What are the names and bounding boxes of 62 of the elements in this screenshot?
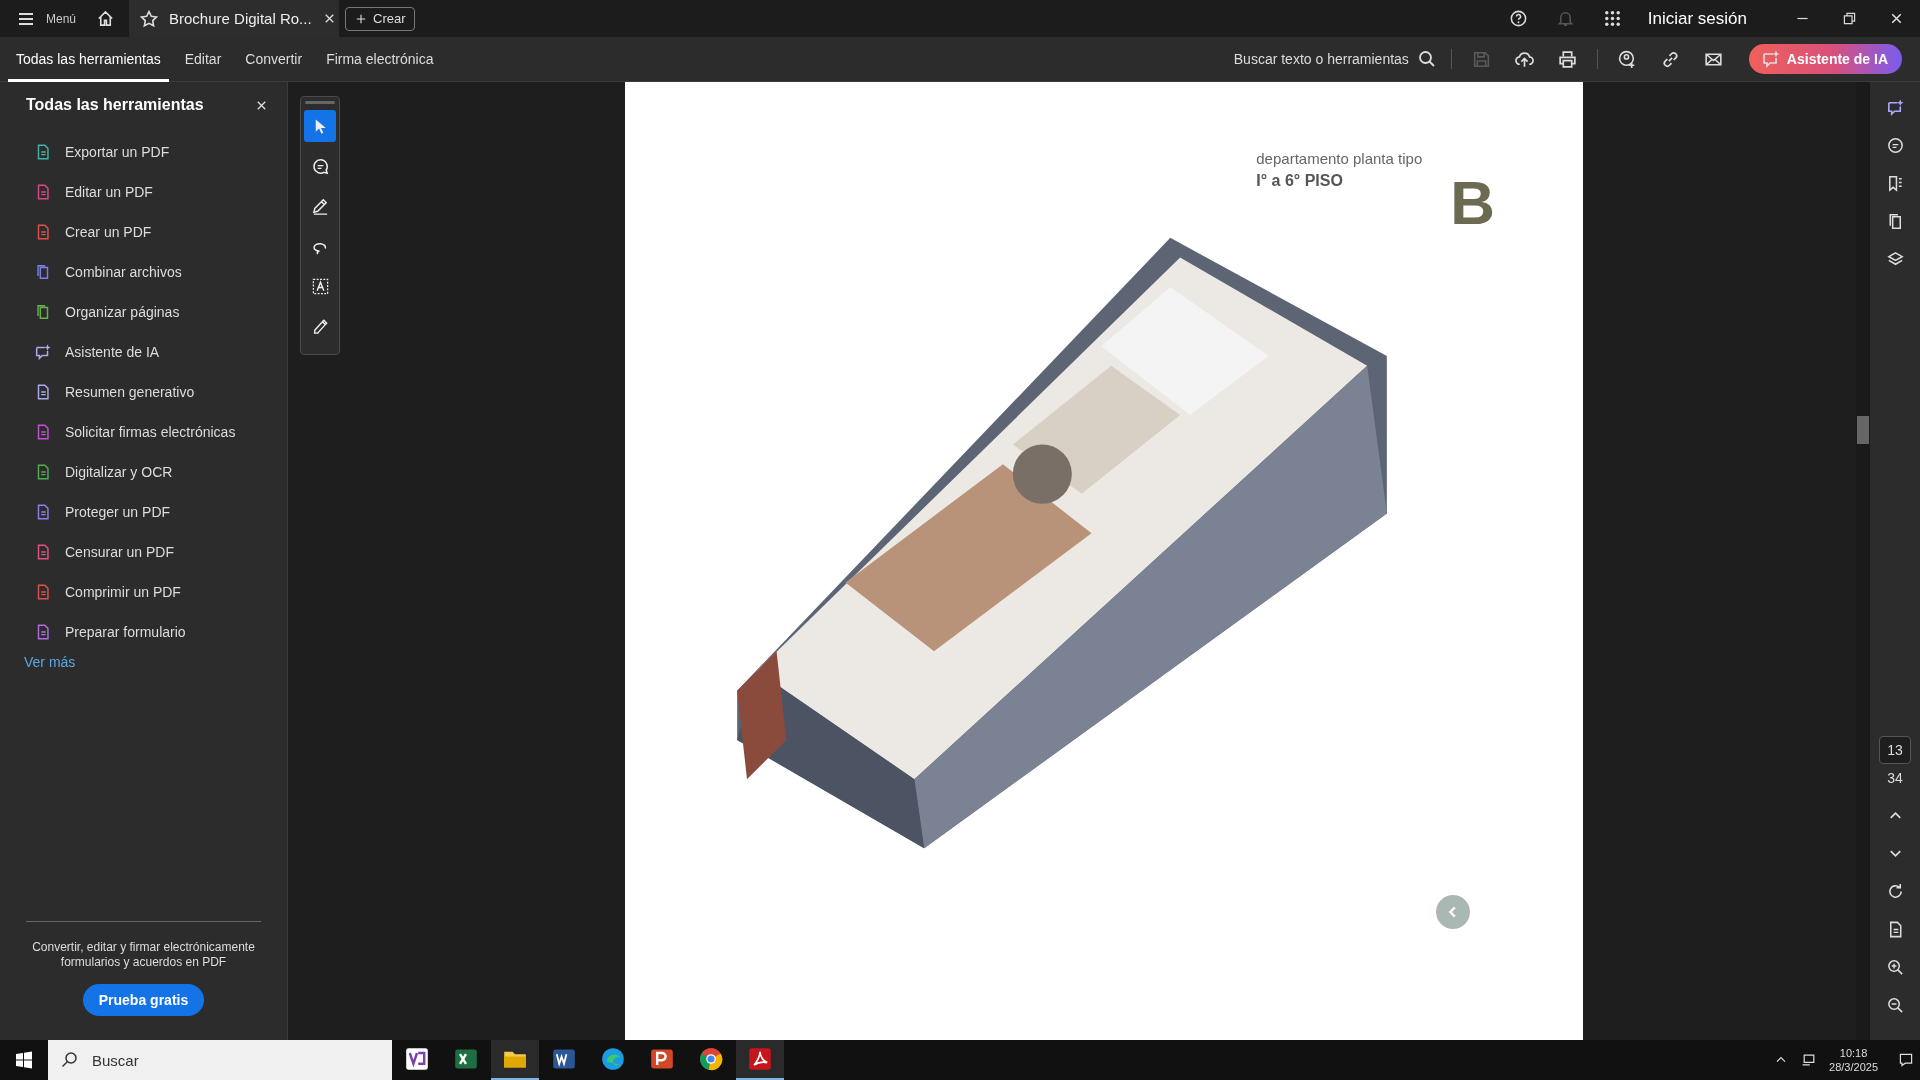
document-tab[interactable]: Brochure Digital Ro... <box>129 0 340 37</box>
taskbar-app[interactable] <box>491 1040 539 1080</box>
tool-item[interactable]: Organizar páginas <box>0 292 287 332</box>
print-icon[interactable] <box>1556 48 1578 70</box>
restore-icon[interactable] <box>1841 10 1858 27</box>
scrollbar[interactable] <box>1856 82 1870 1040</box>
search-button[interactable]: Buscar texto o herramientas <box>1227 49 1443 69</box>
tool-item[interactable]: Proteger un PDF <box>0 492 287 532</box>
ai-summary-icon[interactable] <box>1885 98 1905 117</box>
unit-letter: B <box>1450 172 1495 234</box>
tool-item[interactable]: Asistente de IA <box>0 332 287 372</box>
tool-item[interactable]: Preparar formulario <box>0 612 287 652</box>
toolbar-tab[interactable]: Editar <box>176 36 230 82</box>
page-subtitle: departamento planta tipo <box>1256 150 1423 167</box>
ai-chat-icon <box>1760 49 1781 69</box>
menu-button[interactable]: Menú <box>10 3 83 34</box>
help-icon[interactable] <box>1508 9 1528 28</box>
sign-in-button[interactable]: Iniciar sesión <box>1641 7 1753 30</box>
ai-assistant-button[interactable]: Asistente de IA <box>1748 44 1902 74</box>
clock-time: 10:18 <box>1839 1046 1868 1060</box>
app-icon <box>405 1047 429 1071</box>
tool-item[interactable]: Crear un PDF <box>0 212 287 252</box>
text-tool-icon <box>310 276 330 296</box>
notification-icon[interactable] <box>1898 1052 1914 1068</box>
tool-item[interactable]: Editar un PDF <box>0 172 287 212</box>
star-icon[interactable] <box>139 8 160 29</box>
toolbar-tab[interactable]: Convertir <box>237 36 311 82</box>
app-icon <box>601 1047 625 1071</box>
free-trial-button[interactable]: Prueba gratis <box>82 984 205 1016</box>
tool-item[interactable]: Digitalizar y OCR <box>0 452 287 492</box>
zoom-out-icon[interactable] <box>1885 996 1905 1015</box>
app-icon <box>699 1047 723 1071</box>
search-icon <box>1416 49 1437 69</box>
pen-tool-icon <box>310 196 330 216</box>
tool-item[interactable]: Combinar archivos <box>0 252 287 292</box>
tool-item[interactable]: Resumen generativo <box>0 372 287 412</box>
tool-item[interactable]: Comprimir un PDF <box>0 572 287 612</box>
floor-range: I° a 6° PISO <box>1256 172 1344 190</box>
app-icon <box>552 1047 576 1071</box>
scroll-thumb[interactable] <box>1857 416 1869 444</box>
panel-title: Todas las herramientas <box>26 96 205 114</box>
toolbar-tab[interactable]: Firma electrónica <box>318 36 442 82</box>
comment-icon[interactable] <box>1885 136 1905 155</box>
promo-text: Convertir, editar y firmar electrónicamente formularios y acuerdos en PDF <box>31 940 256 970</box>
apps-grid-icon[interactable] <box>1602 9 1622 28</box>
search-icon <box>60 1050 80 1070</box>
document-title: Brochure Digital Ro... <box>169 10 312 27</box>
tool-item[interactable]: Censurar un PDF <box>0 532 287 572</box>
see-more-link[interactable]: Ver más <box>0 654 287 670</box>
app-icon <box>454 1047 478 1071</box>
taskbar-app[interactable] <box>736 1040 784 1080</box>
app-icon <box>650 1047 674 1071</box>
app-icon <box>748 1047 772 1071</box>
tool-item[interactable]: Solicitar firmas electrónicas <box>0 412 287 452</box>
page-count: 34 <box>1887 770 1903 786</box>
taskbar-search-field[interactable]: Buscar <box>48 1040 392 1080</box>
page-number-field[interactable]: 13 <box>1879 736 1911 764</box>
clock-date: 28/3/2025 <box>1829 1060 1878 1074</box>
zoom-in-icon[interactable] <box>1885 958 1905 977</box>
tool-item[interactable]: Exportar un PDF <box>0 132 287 172</box>
create-button[interactable]: Crear <box>345 6 415 31</box>
comment-tool-icon <box>310 156 330 176</box>
